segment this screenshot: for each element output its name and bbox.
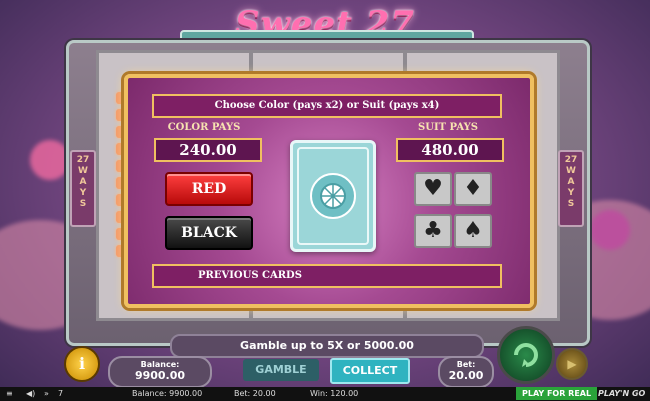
previous-cards-bar: PREVIOUS CARDS bbox=[152, 264, 502, 288]
fast-play-icon[interactable]: » bbox=[44, 387, 49, 401]
status-win: Win: 120.00 bbox=[310, 389, 359, 398]
suit-pays-label: SUIT PAYS bbox=[418, 122, 478, 133]
color-pays-label: COLOR PAYS bbox=[167, 122, 241, 133]
autoplay-button[interactable]: ▶ bbox=[556, 348, 588, 380]
spin-button[interactable] bbox=[497, 326, 555, 384]
sound-icon[interactable]: ◀) bbox=[26, 387, 35, 401]
suit-clubs-button[interactable]: ♣ bbox=[414, 214, 452, 248]
gamble-button[interactable]: GAMBLE bbox=[243, 359, 319, 381]
status-bar: ≡ ◀) » 7 Balance: 9900.00 Bet: 20.00 Win… bbox=[0, 387, 650, 401]
red-button[interactable]: RED bbox=[165, 172, 253, 206]
gamble-panel: Choose Color (pays x2) or Suit (pays x4)… bbox=[124, 74, 534, 308]
bet-display: Bet: 20.00 bbox=[438, 356, 494, 388]
color-pays-value: 240.00 bbox=[154, 138, 262, 162]
play-icon: ▶ bbox=[567, 357, 577, 371]
brand-logo: PLAY'N GO bbox=[598, 389, 646, 398]
balance-value: 9900.00 bbox=[134, 369, 186, 382]
black-button[interactable]: BLACK bbox=[165, 216, 253, 250]
previous-cards-label: PREVIOUS CARDS bbox=[198, 270, 302, 281]
ways-badge-right: 27 W A Y S bbox=[558, 150, 584, 227]
bet-value: 20.00 bbox=[448, 369, 484, 382]
gamble-info-bar: Gamble up to 5X or 5000.00 bbox=[170, 334, 484, 358]
status-counter: 7 bbox=[58, 389, 64, 398]
info-button[interactable]: i bbox=[64, 346, 100, 382]
gamble-header: Choose Color (pays x2) or Suit (pays x4) bbox=[152, 94, 502, 118]
suit-diamonds-button[interactable]: ♦ bbox=[454, 172, 492, 206]
collect-button[interactable]: COLLECT bbox=[330, 358, 410, 384]
info-icon: i bbox=[78, 354, 86, 373]
suit-spades-button[interactable]: ♠ bbox=[454, 214, 492, 248]
balance-label: Balance: bbox=[140, 360, 180, 369]
card-back-pattern-icon bbox=[297, 147, 369, 245]
spin-icon bbox=[514, 343, 538, 367]
play-for-real-button[interactable]: PLAY FOR REAL bbox=[516, 387, 598, 400]
status-balance: Balance: 9900.00 bbox=[132, 389, 203, 398]
bulbs-left bbox=[116, 92, 124, 262]
bet-label: Bet: bbox=[456, 360, 476, 369]
suit-pays-value: 480.00 bbox=[396, 138, 504, 162]
menu-icon[interactable]: ≡ bbox=[6, 387, 13, 401]
balance-display: Balance: 9900.00 bbox=[108, 356, 212, 388]
ways-badge-left: 27 W A Y S bbox=[70, 150, 96, 227]
suit-hearts-button[interactable]: ♥ bbox=[414, 172, 452, 206]
status-bet: Bet: 20.00 bbox=[234, 389, 276, 398]
face-down-card bbox=[290, 140, 376, 252]
